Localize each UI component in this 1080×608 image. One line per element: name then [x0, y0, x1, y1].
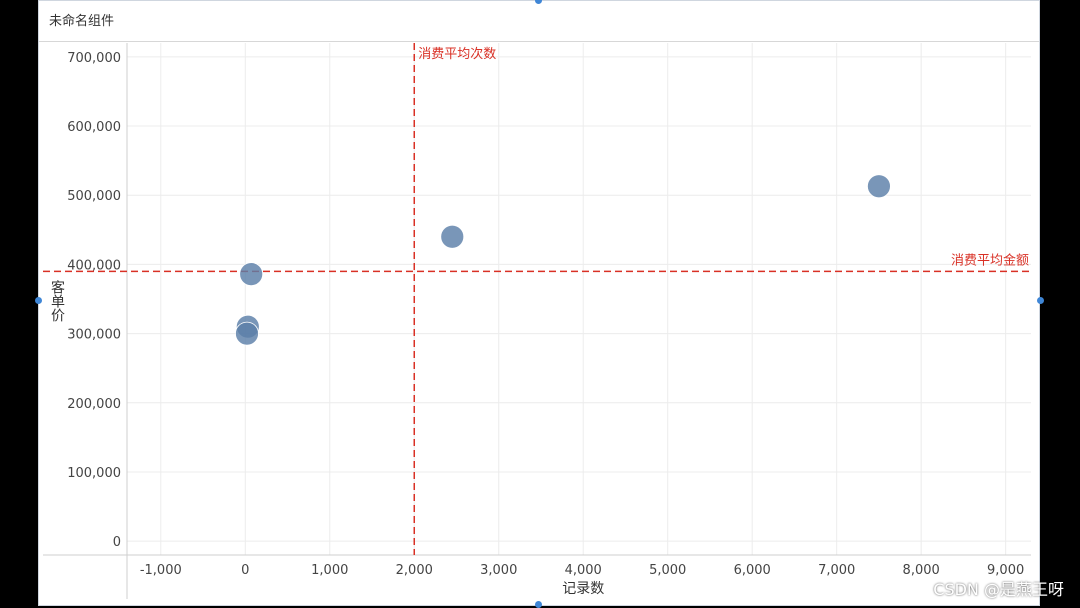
- x-axis-title: 记录数: [562, 581, 604, 597]
- resize-handle-bottom[interactable]: [535, 601, 542, 608]
- y-tick-label: 600,000: [67, 120, 121, 135]
- resize-handle-right[interactable]: [1037, 297, 1044, 304]
- y-tick-label: 300,000: [67, 328, 121, 343]
- x-tick-label: 7,000: [818, 563, 855, 578]
- y-tick-label: 0: [113, 535, 121, 550]
- x-tick-label: 0: [241, 563, 249, 578]
- scatter-point: [239, 262, 264, 286]
- y-tick-label: 200,000: [67, 397, 121, 412]
- reference-label-y: 消费平均金额: [951, 252, 1029, 268]
- scatter-point: [440, 224, 465, 249]
- y-axis-title: 客单价: [49, 279, 65, 322]
- chart-panel: 未命名组件 0 100,000 200,000 300,000 400,000 500,0…: [38, 0, 1040, 606]
- scatter-point: [235, 321, 259, 346]
- x-tick-label: 6,000: [734, 563, 771, 578]
- y-tick-label: 500,000: [67, 189, 121, 204]
- resize-handle-left[interactable]: [35, 297, 42, 304]
- y-tick-label: 100,000: [67, 466, 121, 481]
- watermark: CSDN @是燕王呀: [933, 580, 1064, 599]
- x-tick-label: 4,000: [565, 563, 602, 578]
- x-tick-label: 5,000: [649, 563, 686, 578]
- x-tick-label: 1,000: [311, 563, 348, 578]
- scatter-chart: 0100,000200,000300,000400,000500,000600,…: [43, 43, 1031, 599]
- x-tick-label: 2,000: [396, 563, 433, 578]
- x-tick-label: -1,000: [140, 563, 182, 578]
- scatter-point: [867, 174, 891, 199]
- x-tick-label: 3,000: [480, 563, 517, 578]
- y-tick-label: 700,000: [67, 51, 121, 66]
- reference-label-x: 消费平均次数: [418, 46, 496, 62]
